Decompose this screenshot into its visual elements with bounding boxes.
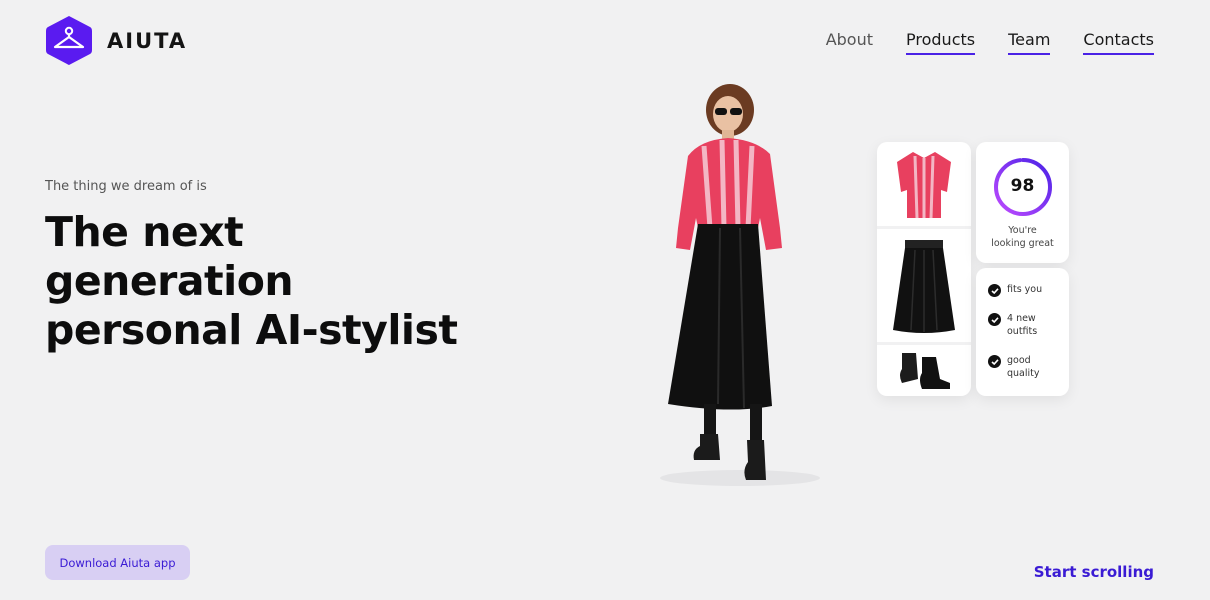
check-text-quality-line-1: good <box>1007 355 1031 366</box>
logo-wordmark: AIUTA <box>107 28 188 53</box>
boots-icon <box>900 352 950 389</box>
download-app-button[interactable]: Download Aiuta app <box>45 545 190 580</box>
score-caption: You're looking great <box>976 224 1069 250</box>
outfit-item-boots[interactable] <box>877 342 971 396</box>
hero-headline: The next generation personal AI-stylist <box>45 208 505 355</box>
check-text-fit-line-1: fits you <box>1007 284 1043 295</box>
headline-line-3: personal AI-stylist <box>45 306 458 354</box>
check-icon <box>988 284 1001 297</box>
checks-card: fits you 4 new outfits good quality <box>976 268 1069 396</box>
outfit-items-card <box>877 142 971 396</box>
check-text-fit: fits you <box>1007 283 1067 296</box>
outfit-item-shirt[interactable] <box>877 142 971 226</box>
check-icon <box>988 355 1001 368</box>
check-text-outfits-line-1: 4 new <box>1007 313 1036 324</box>
headline-line-1: The next <box>45 208 244 256</box>
headline-line-2: generation <box>45 257 294 305</box>
nav-about[interactable]: About <box>826 30 873 55</box>
style-score-card: 98 You're looking great <box>976 142 1069 263</box>
hanger-icon <box>46 16 92 65</box>
hero-eyebrow: The thing we dream of is <box>45 179 207 194</box>
nav-team[interactable]: Team <box>1008 30 1051 55</box>
outfit-item-skirt[interactable] <box>877 226 971 342</box>
check-item-outfits: 4 new outfits <box>988 312 1067 338</box>
check-text-quality: good quality <box>1007 354 1067 380</box>
check-text-outfits-line-2: outfits <box>1007 326 1038 337</box>
main-nav: About Products Team Contacts <box>826 30 1154 55</box>
score-caption-line-1: You're <box>1008 225 1037 236</box>
logo[interactable]: AIUTA <box>45 14 187 67</box>
check-item-fit: fits you <box>988 283 1067 297</box>
check-text-outfits: 4 new outfits <box>1007 312 1067 338</box>
shirt-icon <box>897 152 951 219</box>
check-text-quality-line-2: quality <box>1007 368 1040 379</box>
check-icon <box>988 313 1001 326</box>
score-caption-line-2: looking great <box>991 238 1054 249</box>
score-value: 98 <box>1010 176 1035 196</box>
nav-products[interactable]: Products <box>906 30 976 55</box>
start-scrolling-link[interactable]: Start scrolling <box>1034 563 1154 581</box>
model-image <box>660 84 820 486</box>
skirt-icon <box>893 239 955 333</box>
nav-contacts[interactable]: Contacts <box>1083 30 1154 55</box>
check-item-quality: good quality <box>988 354 1067 380</box>
